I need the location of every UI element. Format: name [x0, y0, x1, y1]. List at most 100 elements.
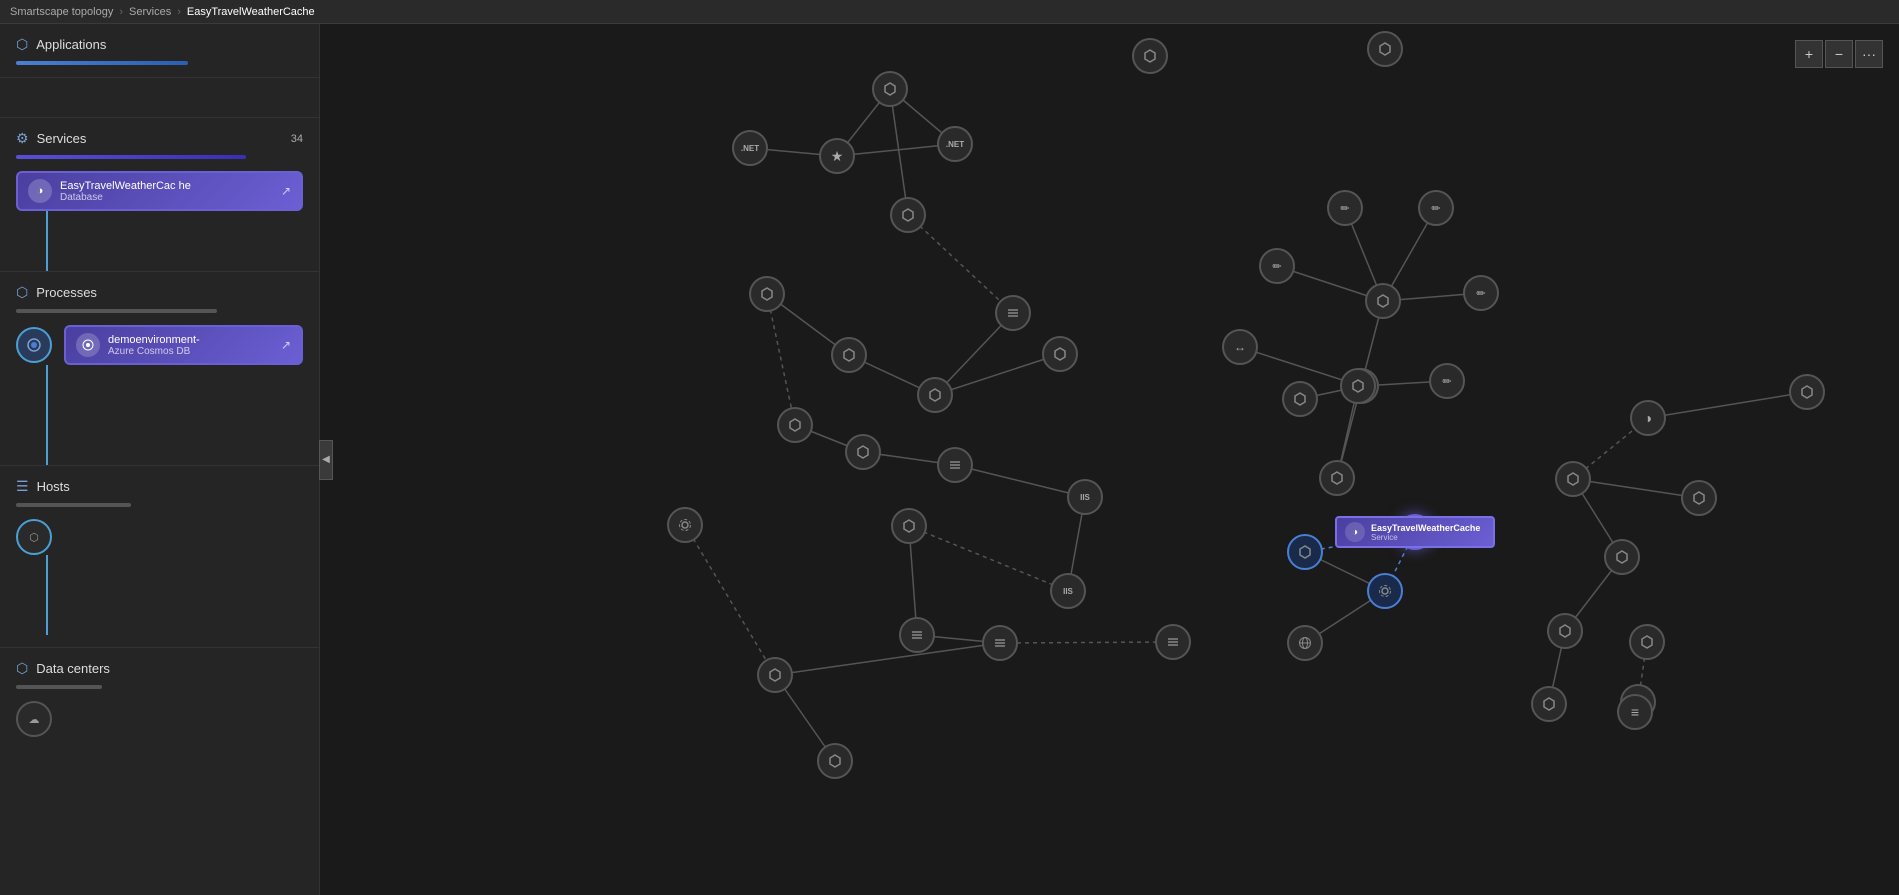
data-centers-title: Data centers	[36, 661, 110, 676]
data-centers-section: ⬡ Data centers ☁	[0, 648, 319, 749]
process-node-icon	[76, 333, 100, 357]
topology-node-n36[interactable]	[1287, 534, 1323, 570]
topology-node-n48[interactable]: ◑	[1630, 400, 1666, 436]
topology-connections	[320, 24, 1899, 895]
topology-node-n20[interactable]	[982, 625, 1018, 661]
topology-node-n30[interactable]: ✏	[1259, 248, 1295, 284]
topology-node-n11[interactable]	[749, 276, 785, 312]
services-header[interactable]: ⚙ Services 34	[16, 130, 303, 147]
topology-map[interactable]: + − ··· .NET .NET ★ IIS IIS ✏ ✏ ✏ ✏ ✏ ↔ ◑ ◑ ≡ ◑ EasyT…	[320, 24, 1899, 895]
topology-node-n23[interactable]	[817, 743, 853, 779]
topology-node-n19[interactable]	[899, 617, 935, 653]
topology-node-n12[interactable]	[777, 407, 813, 443]
breadcrumb-current[interactable]: EasyTravelWeatherCache	[187, 6, 315, 18]
topology-node-n45[interactable]	[1531, 686, 1567, 722]
topology-node-n4[interactable]: .NET	[937, 126, 973, 162]
topology-node-n7[interactable]	[890, 197, 926, 233]
topology-node-n35[interactable]	[1340, 368, 1376, 404]
topology-node-n33[interactable]: ↔	[1222, 329, 1258, 365]
topology-node-n25[interactable]	[1282, 381, 1318, 417]
topology-node-n3[interactable]	[1367, 31, 1403, 67]
process-node-card[interactable]: demoenvironment- Azure Cosmos DB ↗	[64, 325, 303, 365]
applications-header[interactable]: ⬡ Applications	[16, 36, 303, 53]
topology-node-n9[interactable]	[917, 377, 953, 413]
process-node-link[interactable]: ↗	[281, 338, 291, 352]
topology-node-n41[interactable]	[1681, 480, 1717, 516]
process-icon-svg	[82, 339, 94, 351]
topology-node-n21[interactable]	[667, 507, 703, 543]
data-center-node[interactable]: ☁	[16, 701, 52, 737]
topology-node-n18[interactable]	[891, 508, 927, 544]
process-node-info: demoenvironment- Azure Cosmos DB	[108, 334, 273, 357]
main-layout: ◀ ⬡ Applications ⚙ Services 34 ◑	[0, 24, 1899, 895]
applications-icon: ⬡	[16, 36, 28, 53]
topology-node-n22[interactable]	[757, 657, 793, 693]
processes-title: Processes	[36, 285, 97, 300]
map-card-name-1: EasyTravelWeatherCache	[1371, 523, 1485, 533]
topology-node-n42[interactable]	[1604, 539, 1640, 575]
applications-title: Applications	[36, 37, 106, 52]
topology-node-n27[interactable]	[1365, 283, 1401, 319]
hosts-icon: ☰	[16, 478, 29, 495]
topology-node-n43[interactable]	[1547, 613, 1583, 649]
topology-line-3	[46, 555, 48, 635]
sidebar-toggle[interactable]: ◀	[319, 440, 333, 480]
map-card-text-1: EasyTravelWeatherCache Service	[1371, 523, 1485, 542]
topology-node-n47[interactable]	[1789, 374, 1825, 410]
topology-node-n24[interactable]	[1155, 624, 1191, 660]
breadcrumb-bar: Smartscape topology › Services › EasyTra…	[0, 0, 1899, 24]
service-node-link[interactable]: ↗	[281, 184, 291, 198]
services-section: ⚙ Services 34 ◑ EasyTravelWeatherCac he …	[0, 118, 319, 272]
topology-node-n17[interactable]: IIS	[1050, 573, 1086, 609]
process-node-circle[interactable]	[16, 327, 52, 363]
topology-node-n1[interactable]	[872, 71, 908, 107]
service-node-card[interactable]: ◑ EasyTravelWeatherCac he Database ↗	[16, 171, 303, 211]
topology-line-1	[46, 211, 48, 271]
zoom-out-button[interactable]: −	[1825, 40, 1853, 68]
topology-node-n16[interactable]: IIS	[1067, 479, 1103, 515]
topology-node-n5[interactable]: .NET	[732, 130, 768, 166]
topology-node-n44[interactable]	[1629, 624, 1665, 660]
topology-node-n13[interactable]	[845, 434, 881, 470]
services-title: Services	[37, 131, 87, 146]
topology-node-n8[interactable]	[995, 295, 1031, 331]
breadcrumb-smartscape[interactable]: Smartscape topology	[10, 6, 113, 18]
sidebar: ◀ ⬡ Applications ⚙ Services 34 ◑	[0, 24, 320, 895]
topology-node-n15[interactable]	[1042, 336, 1078, 372]
process-node-svg	[26, 337, 42, 353]
services-count: 34	[291, 133, 303, 145]
processes-header[interactable]: ⬡ Processes	[16, 284, 303, 301]
processes-icon: ⬡	[16, 284, 28, 301]
topology-node-n40[interactable]	[1555, 461, 1591, 497]
topology-node-n32[interactable]: ✏	[1429, 363, 1465, 399]
data-centers-bar	[16, 685, 102, 689]
topology-node-n38[interactable]	[1367, 573, 1403, 609]
zoom-more-button[interactable]: ···	[1855, 40, 1883, 68]
zoom-in-button[interactable]: +	[1795, 40, 1823, 68]
topology-node-n31[interactable]: ✏	[1463, 275, 1499, 311]
hosts-bar	[16, 503, 131, 507]
topology-node-n39[interactable]	[1287, 625, 1323, 661]
topology-node-n2[interactable]	[1132, 38, 1168, 74]
process-node-name: demoenvironment-	[108, 334, 273, 346]
topology-node-n6[interactable]: ★	[819, 138, 855, 174]
breadcrumb-sep-1: ›	[119, 6, 123, 18]
topology-node-n49[interactable]: ≡	[1617, 694, 1653, 730]
host-node-icon[interactable]: ⬡	[16, 519, 52, 555]
topology-node-n14[interactable]	[937, 447, 973, 483]
breadcrumb-services[interactable]: Services	[129, 6, 171, 18]
hosts-title: Hosts	[37, 479, 70, 494]
data-centers-header[interactable]: ⬡ Data centers	[16, 660, 303, 677]
topology-node-n28[interactable]: ✏	[1327, 190, 1363, 226]
applications-empty	[0, 78, 319, 118]
process-node-type: Azure Cosmos DB	[108, 346, 273, 357]
map-card-sub-1: Service	[1371, 533, 1485, 542]
topology-node-n29[interactable]: ✏	[1418, 190, 1454, 226]
map-card-icon-1: ◑	[1345, 522, 1365, 542]
applications-bar	[16, 61, 188, 65]
map-service-card[interactable]: ◑ EasyTravelWeatherCache Service	[1335, 516, 1495, 548]
hosts-header[interactable]: ☰ Hosts	[16, 478, 303, 495]
topology-node-n10[interactable]	[831, 337, 867, 373]
topology-node-n34[interactable]	[1319, 460, 1355, 496]
services-icon: ⚙	[16, 130, 29, 147]
